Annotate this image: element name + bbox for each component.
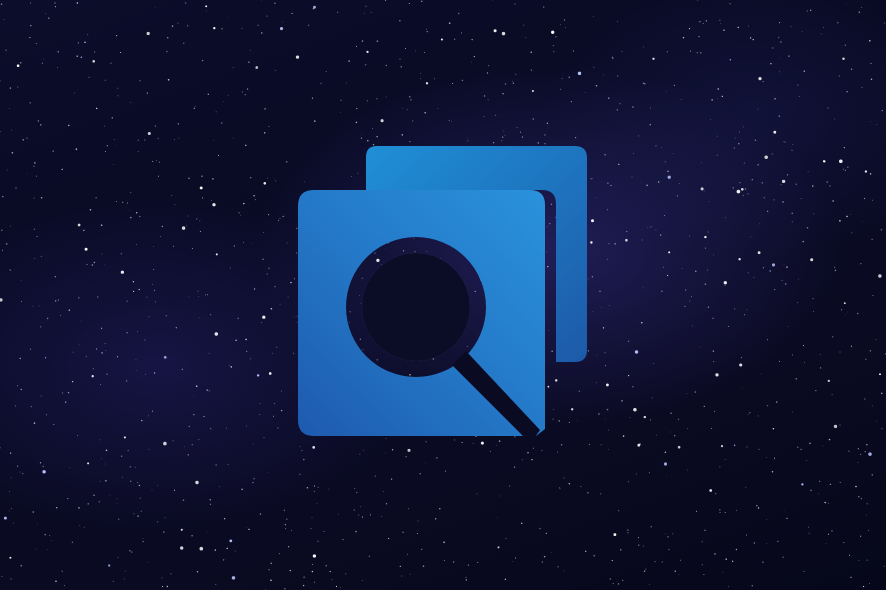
hero-image	[0, 0, 886, 590]
search-files-logo-icon	[298, 146, 587, 440]
magnifier-lens-icon	[362, 253, 470, 361]
